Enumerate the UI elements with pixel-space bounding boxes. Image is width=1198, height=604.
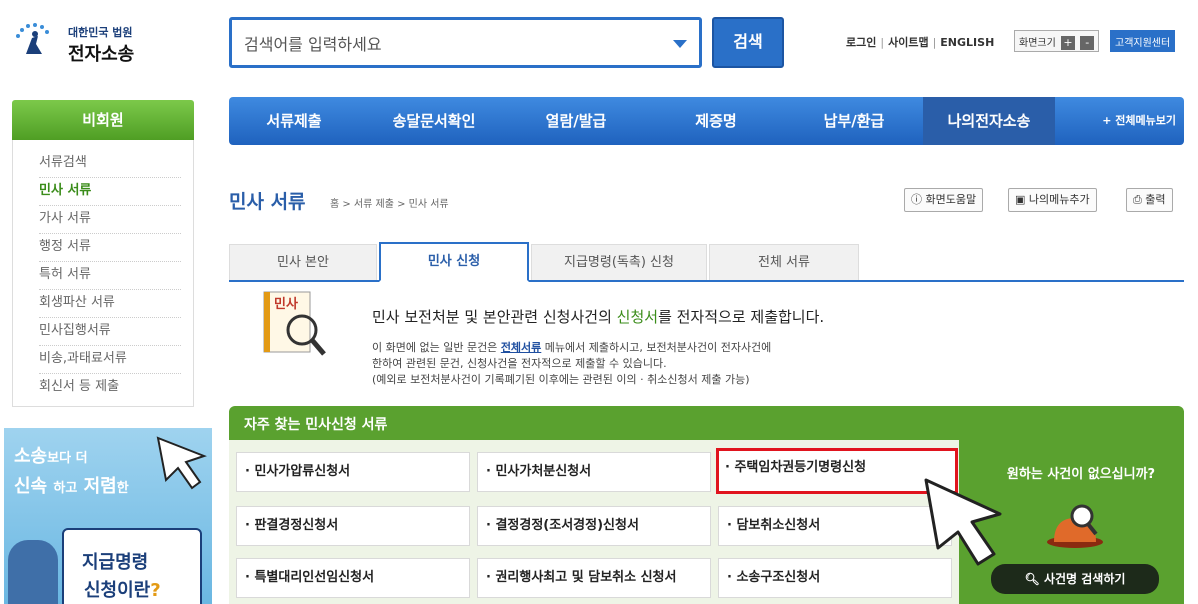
breadcrumb: 홈 > 서류 제출 > 민사 서류	[330, 199, 449, 210]
page-title: 민사 서류	[229, 191, 306, 213]
banner-line-4: 신청이란?	[84, 576, 161, 602]
font-size-label: 화면크기	[1019, 38, 1056, 49]
form-link[interactable]: · 판결경정신청서	[236, 506, 470, 546]
tab-civil-main[interactable]: 민사 본안	[229, 244, 377, 280]
banner-word: 신속	[14, 476, 48, 497]
mouse-cursor-icon	[924, 478, 1002, 566]
search-input[interactable]	[244, 32, 644, 56]
intro-headline: 민사 보전처분 및 본안관련 신청사건의 신청서를 전자적으로 제출합니다.	[372, 306, 824, 327]
sidebar-heading: 비회원	[12, 100, 194, 140]
headline-highlight: 신청서	[616, 308, 659, 326]
banner-line-2: 신속 하고 저렴한	[14, 472, 129, 498]
tab-all-documents[interactable]: 전체 서류	[709, 244, 859, 280]
form-link[interactable]: · 민사가압류신청서	[236, 452, 470, 492]
banner-word: 보다 더	[47, 451, 88, 466]
print-label: 출력	[1145, 193, 1166, 206]
banner-line-1: 소송보다 더	[14, 442, 88, 468]
search-icon: 🔍︎	[1024, 572, 1040, 586]
payment-order-banner[interactable]: 소송보다 더 신속 하고 저렴한 지급명령 신청이란?	[4, 428, 212, 604]
nav-tab-delivery-check[interactable]: 송달문서확인	[369, 97, 499, 145]
form-link[interactable]: · 결정경정(조서경정)신청서	[477, 506, 711, 546]
case-search-button[interactable]: 🔍︎ 사건명 검색하기	[991, 564, 1159, 594]
tab-payment-order[interactable]: 지급명령(독촉) 신청	[531, 244, 707, 280]
sidebar-item-reply-submission[interactable]: 회신서 등 제출	[39, 374, 181, 402]
help-label: 화면도움말	[925, 193, 977, 206]
font-decrease-button[interactable]: -	[1080, 36, 1095, 50]
banner-word: 한	[116, 481, 129, 496]
banner-word: 저렴	[83, 476, 117, 497]
login-link[interactable]: 로그인	[846, 36, 876, 49]
intro-line-3: (예외로 보전처분사건이 기록폐기된 이후에는 관련된 이의 · 취소신청서 제…	[372, 373, 750, 386]
english-link[interactable]: ENGLISH	[940, 36, 994, 49]
sidebar-item-administrative[interactable]: 행정 서류	[39, 234, 181, 262]
add-menu-label: 나의메뉴추가	[1028, 193, 1090, 206]
sidebar-item-noncontentious[interactable]: 비송,과태료서류	[39, 346, 181, 374]
print-button[interactable]: ⎙ 출력	[1126, 188, 1173, 212]
search-button[interactable]: 검색	[712, 17, 784, 68]
sidebar-item-bankruptcy[interactable]: 회생파산 서류	[39, 290, 181, 318]
logo-org-text: 대한민국 법원	[68, 26, 133, 39]
banner-line-3: 지급명령	[82, 552, 149, 573]
sitemap-link[interactable]: 사이트맵	[888, 36, 928, 49]
sidebar-item-document-search[interactable]: 서류검색	[39, 150, 181, 178]
form-link[interactable]: · 민사가처분신청서	[477, 452, 711, 492]
question-mark: ?	[150, 580, 161, 601]
form-link[interactable]: · 담보취소신청서	[718, 506, 952, 546]
magnifier-siren-icon	[1047, 504, 1103, 548]
sidebar-item-family[interactable]: 가사 서류	[39, 206, 181, 234]
separator: |	[932, 36, 937, 49]
form-link[interactable]: · 소송구조신청서	[718, 558, 952, 598]
court-emblem-icon	[16, 23, 49, 54]
all-menu-button[interactable]: + 전체메뉴보기	[1102, 97, 1176, 145]
all-documents-link[interactable]: 전체서류	[501, 341, 541, 354]
help-button[interactable]: ⓘ 화면도움말	[904, 188, 984, 212]
court-logo[interactable]: 대한민국 법원 전자소송	[10, 18, 210, 68]
headline-part: 를 전자적으로 제출합니다.	[658, 308, 825, 326]
nav-tab-my-litigation[interactable]: 나의전자소송	[923, 97, 1055, 145]
no-case-question: 원하는 사건이 없으십니까?	[1006, 467, 1156, 482]
icon-label: 민사	[274, 296, 298, 312]
sidebar-item-patent[interactable]: 특허 서류	[39, 262, 181, 290]
search-box	[229, 17, 702, 68]
add-my-menu-button[interactable]: ▣ 나의메뉴추가	[1008, 188, 1097, 212]
banner-word: 하고	[53, 481, 78, 496]
font-increase-button[interactable]: +	[1061, 36, 1075, 50]
font-size-control: 화면크기 + -	[1014, 30, 1100, 52]
intro-description: 이 화면에 없는 일반 문건은 전체서류 메뉴에서 제출하시고, 보전처분사건이…	[372, 340, 892, 388]
headline-part: 민사 보전처분 및 본안관련 신청사건의	[372, 308, 617, 326]
nav-tab-view-issue[interactable]: 열람/발급	[511, 97, 641, 145]
sidebar-item-civil[interactable]: 민사 서류	[39, 178, 181, 206]
nav-tab-document-submit[interactable]: 서류제출	[229, 97, 359, 145]
nav-tab-payment-refund[interactable]: 납부/환급	[789, 97, 919, 145]
intro-text: 이 화면에 없는 일반 문건은	[372, 341, 501, 354]
sidebar-menu: 서류검색 민사 서류 가사 서류 행정 서류 특허 서류 회생파산 서류 민사집…	[12, 140, 194, 407]
logo-name-text: 전자소송	[68, 44, 135, 65]
banner-word: 신청이란	[84, 580, 151, 601]
civil-document-icon: 민사	[263, 291, 326, 356]
intro-line-2: 한하여 관련된 문건, 신청사건을 전자적으로 제출할 수 있습니다.	[372, 357, 667, 370]
sidebar-item-civil-execution[interactable]: 민사집행서류	[39, 318, 181, 346]
frequent-forms-title: 자주 찾는 민사신청 서류	[244, 417, 388, 433]
tab-civil-application[interactable]: 민사 신청	[379, 242, 529, 282]
intro-line-1: 이 화면에 없는 일반 문건은 전체서류 메뉴에서 제출하시고, 보전처분사건이…	[372, 340, 892, 356]
case-search-label: 사건명 검색하기	[1043, 572, 1126, 586]
chevron-down-icon[interactable]	[673, 40, 687, 48]
separator: |	[880, 36, 885, 49]
banner-word: 소송	[14, 446, 48, 467]
form-link[interactable]: · 특별대리인선임신청서	[236, 558, 470, 598]
sub-tabs: 민사 본안 민사 신청 지급명령(독촉) 신청 전체 서류	[229, 242, 1184, 282]
intro-text: 메뉴에서 제출하시고, 보전처분사건이 전자사건에	[541, 341, 772, 354]
form-link[interactable]: · 권리행사최고 및 담보취소 신청서	[477, 558, 711, 598]
person-illustration	[8, 540, 58, 604]
cursor-arrow-icon	[156, 436, 207, 490]
main-nav: 서류제출 송달문서확인 열람/발급 제증명 납부/환급 나의전자소송 + 전체메…	[229, 97, 1184, 145]
support-center-button[interactable]: 고객지원센터	[1110, 30, 1176, 52]
top-links: 로그인 | 사이트맵 | ENGLISH	[846, 34, 994, 50]
nav-tab-certificates[interactable]: 제증명	[651, 97, 781, 145]
